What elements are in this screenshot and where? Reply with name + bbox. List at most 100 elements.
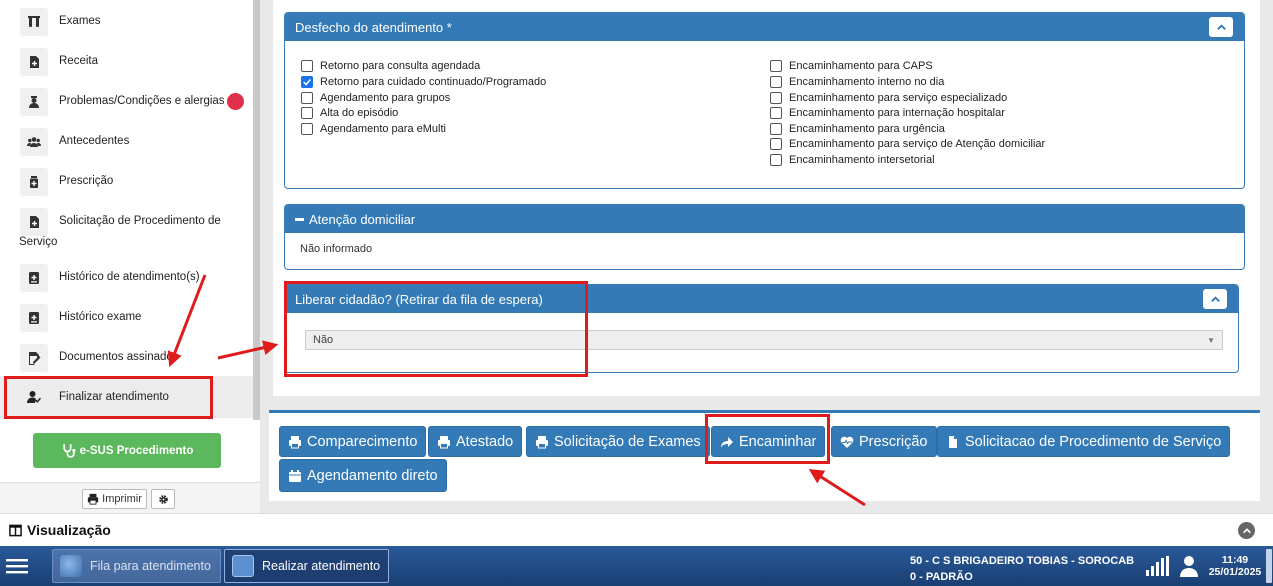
signature-icon — [20, 344, 48, 372]
option-label: Retorno para consulta agendada — [320, 59, 481, 72]
atestado-button[interactable]: Atestado — [428, 426, 523, 457]
printer-icon — [438, 435, 450, 448]
taskbar-app-fila[interactable]: Fila para atendimento — [52, 549, 221, 583]
option-encaminhamento-interno[interactable]: Encaminhamento interno no dia — [770, 74, 944, 89]
desfecho-panel: Desfecho do atendimento * Retorno para c… — [284, 12, 1245, 189]
show-desktop-button[interactable] — [1266, 549, 1272, 583]
taskbar: Fila para atendimento Realizar atendimen… — [0, 546, 1273, 586]
user-icon[interactable] — [1180, 555, 1198, 577]
test-tubes-icon — [20, 8, 48, 36]
encaminhar-button[interactable]: Encaminhar — [711, 426, 826, 457]
checkbox[interactable] — [770, 122, 782, 135]
checkbox[interactable] — [770, 153, 782, 166]
sidebar-scrollbar[interactable] — [253, 0, 260, 420]
history-icon — [20, 264, 48, 292]
option-encaminhamento-intersetorial[interactable]: Encaminhamento intersetorial — [770, 152, 935, 167]
option-encaminhamento-internacao[interactable]: Encaminhamento para internação hospitala… — [770, 105, 1005, 120]
calendar-icon — [289, 469, 301, 482]
desfecho-header: Desfecho do atendimento * — [285, 13, 1244, 41]
sidebar-item-label: Histórico de atendimento(s) — [59, 271, 200, 283]
option-encaminhamento-caps[interactable]: Encaminhamento para CAPS — [770, 58, 933, 73]
sidebar-item-finalizar-atendimento[interactable]: Finalizar atendimento — [0, 376, 253, 418]
prescricao-button[interactable]: Prescrição — [831, 426, 937, 457]
sidebar-item-prescricao[interactable]: Prescrição — [0, 168, 253, 196]
unit-info: 50 - C S BRIGADEIRO TOBIAS - SOROCAB 0 -… — [910, 553, 1134, 585]
button-label: Solicitação de Exames — [554, 433, 701, 450]
checkbox[interactable] — [770, 137, 782, 150]
checkbox[interactable] — [301, 122, 313, 135]
printer-icon — [536, 435, 548, 448]
option-retorno-consulta[interactable]: Retorno para consulta agendada — [301, 58, 480, 73]
sidebar-item-label: Serviço — [19, 236, 58, 248]
visualizacao-title[interactable]: Visualização — [9, 522, 111, 538]
solicitacao-exames-button[interactable]: Solicitação de Exames — [526, 426, 710, 457]
sidebar-item-exames[interactable]: Exames — [0, 8, 253, 36]
signal-icon — [1146, 556, 1169, 576]
esus-procedimento-button[interactable]: e-SUS Procedimento — [33, 433, 221, 468]
option-agendamento-grupos[interactable]: Agendamento para grupos — [301, 90, 450, 105]
sidebar-item-historico-exame[interactable]: Histórico exame — [0, 304, 253, 332]
settings-button[interactable] — [151, 489, 175, 509]
button-label: Atestado — [456, 433, 514, 450]
comparecimento-button[interactable]: Comparecimento — [279, 426, 427, 457]
button-label: Agendamento direto — [307, 467, 438, 484]
history-icon — [20, 304, 48, 332]
alert-badge — [227, 93, 244, 110]
sidebar-item-label: Solicitação de Procedimento de — [59, 215, 221, 227]
caret-down-icon: ▼ — [1207, 336, 1215, 345]
taskbar-app-realizar[interactable]: Realizar atendimento — [224, 549, 389, 583]
chevron-up-icon — [1242, 527, 1251, 533]
checkbox[interactable] — [301, 106, 313, 119]
desfecho-title: Desfecho do atendimento * — [295, 19, 452, 35]
sidebar-item-problemas[interactable]: Problemas/Condições e alergias — [0, 88, 253, 116]
print-button[interactable]: Imprimir — [82, 489, 147, 509]
hamburger-menu-icon[interactable] — [6, 557, 28, 575]
gear-icon — [158, 494, 168, 504]
sidebar-item-solicitacao-procedimento[interactable]: Solicitação de Procedimento de Serviço — [0, 208, 253, 252]
option-encaminhamento-urgencia[interactable]: Encaminhamento para urgência — [770, 121, 945, 136]
option-agendamento-emulti[interactable]: Agendamento para eMulti — [301, 121, 446, 136]
atencao-header[interactable]: Atenção domiciliar — [285, 205, 1244, 233]
esus-procedimento-label: e-SUS Procedimento — [79, 444, 194, 457]
visualizacao-toggle[interactable] — [1238, 522, 1255, 539]
sidebar-item-antecedentes[interactable]: Antecedentes — [0, 128, 253, 156]
checkbox[interactable] — [770, 91, 782, 104]
stethoscope-icon — [62, 444, 76, 458]
liberar-select[interactable]: Não ▼ — [305, 330, 1223, 350]
solicitacao-procedimento-button[interactable]: Solicitacao de Procedimento de Serviço — [937, 426, 1231, 457]
liberar-cidadao-panel: Liberar cidadão? (Retirar da fila de esp… — [284, 284, 1239, 373]
checkbox[interactable] — [301, 91, 313, 104]
taskbar-app-label: Fila para atendimento — [90, 559, 211, 573]
liberar-title: Liberar cidadão? (Retirar da fila de esp… — [295, 291, 543, 307]
atencao-value: Não informado — [300, 243, 373, 255]
option-alta-episodio[interactable]: Alta do episódio — [301, 105, 398, 120]
sidebar-item-documentos-assinados[interactable]: Documentos assinados — [0, 344, 253, 372]
sidebar-footer: Imprimir — [0, 482, 260, 513]
collapse-button[interactable] — [1209, 17, 1233, 37]
atencao-domiciliar-panel: Atenção domiciliar Não informado — [284, 204, 1245, 270]
print-label: Imprimir — [102, 493, 142, 505]
agendamento-direto-button[interactable]: Agendamento direto — [279, 459, 447, 492]
sidebar-item-receita[interactable]: Receita — [0, 48, 253, 76]
option-label: Encaminhamento para serviço especializad… — [789, 91, 1008, 104]
option-encaminhamento-especializado[interactable]: Encaminhamento para serviço especializad… — [770, 90, 1007, 105]
sidebar-item-label: Histórico exame — [59, 311, 142, 323]
chevron-up-icon — [1210, 295, 1220, 302]
sidebar-item-historico-atendimento[interactable]: Histórico de atendimento(s) — [0, 264, 253, 292]
collapse-button[interactable] — [1203, 289, 1227, 309]
option-encaminhamento-atencao-domiciliar[interactable]: Encaminhamento para serviço de Atenção d… — [770, 136, 1045, 151]
checkbox[interactable] — [770, 106, 782, 119]
sidebar-item-label: Finalizar atendimento — [59, 391, 169, 403]
minus-icon — [295, 217, 304, 221]
sidebar: Exames Receita Problemas/Condições e ale… — [0, 0, 260, 513]
user-check-icon — [20, 383, 48, 411]
checkbox[interactable] — [301, 59, 313, 72]
checkbox[interactable] — [770, 59, 782, 72]
checkbox[interactable] — [770, 75, 782, 88]
checkbox-checked[interactable] — [301, 75, 313, 88]
sidebar-item-label: Antecedentes — [59, 135, 130, 147]
option-label: Alta do episódio — [320, 106, 399, 119]
heartbeat-icon — [840, 436, 854, 448]
main-content: Desfecho do atendimento * Retorno para c… — [273, 0, 1260, 396]
option-retorno-cuidado[interactable]: Retorno para cuidado continuado/Programa… — [301, 74, 546, 89]
